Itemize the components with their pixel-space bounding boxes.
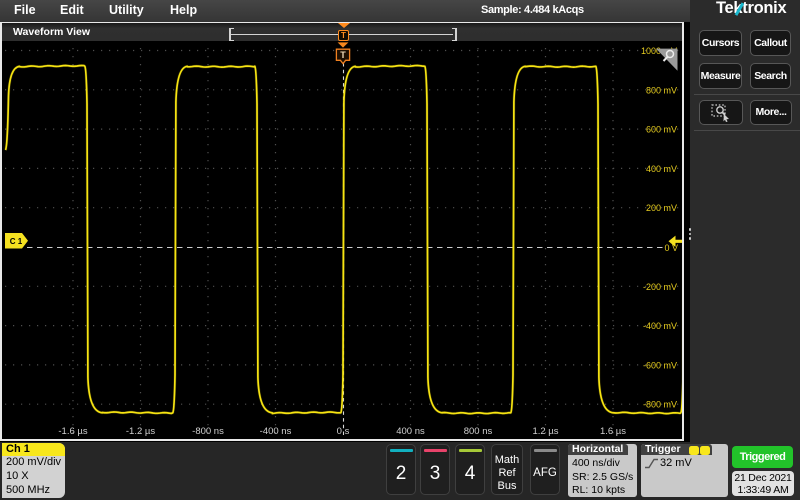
svg-text:1.6 µs: 1.6 µs xyxy=(600,426,626,437)
svg-text:-800 ns: -800 ns xyxy=(192,426,224,437)
svg-text:1.2 µs: 1.2 µs xyxy=(532,426,558,437)
svg-text:-400 ns: -400 ns xyxy=(260,426,292,437)
svg-text:-600 mV: -600 mV xyxy=(643,360,677,370)
svg-text:400 mV: 400 mV xyxy=(646,164,677,174)
svg-text:0 s: 0 s xyxy=(337,426,350,437)
svg-text:C 1: C 1 xyxy=(10,237,23,246)
svg-text:800 ns: 800 ns xyxy=(464,426,493,437)
svg-text:-400 mV: -400 mV xyxy=(643,321,677,331)
svg-text:600 mV: 600 mV xyxy=(646,125,677,135)
svg-text:-800 mV: -800 mV xyxy=(643,400,677,410)
svg-text:800 mV: 800 mV xyxy=(646,85,677,95)
svg-text:-200 mV: -200 mV xyxy=(643,282,677,292)
svg-text:400 ns: 400 ns xyxy=(396,426,425,437)
svg-text:-1.2 µs: -1.2 µs xyxy=(126,426,155,437)
svg-text:0 V: 0 V xyxy=(664,243,678,253)
svg-text:T: T xyxy=(340,50,346,60)
svg-text:-1.6 µs: -1.6 µs xyxy=(58,426,87,437)
svg-text:200 mV: 200 mV xyxy=(646,203,677,213)
